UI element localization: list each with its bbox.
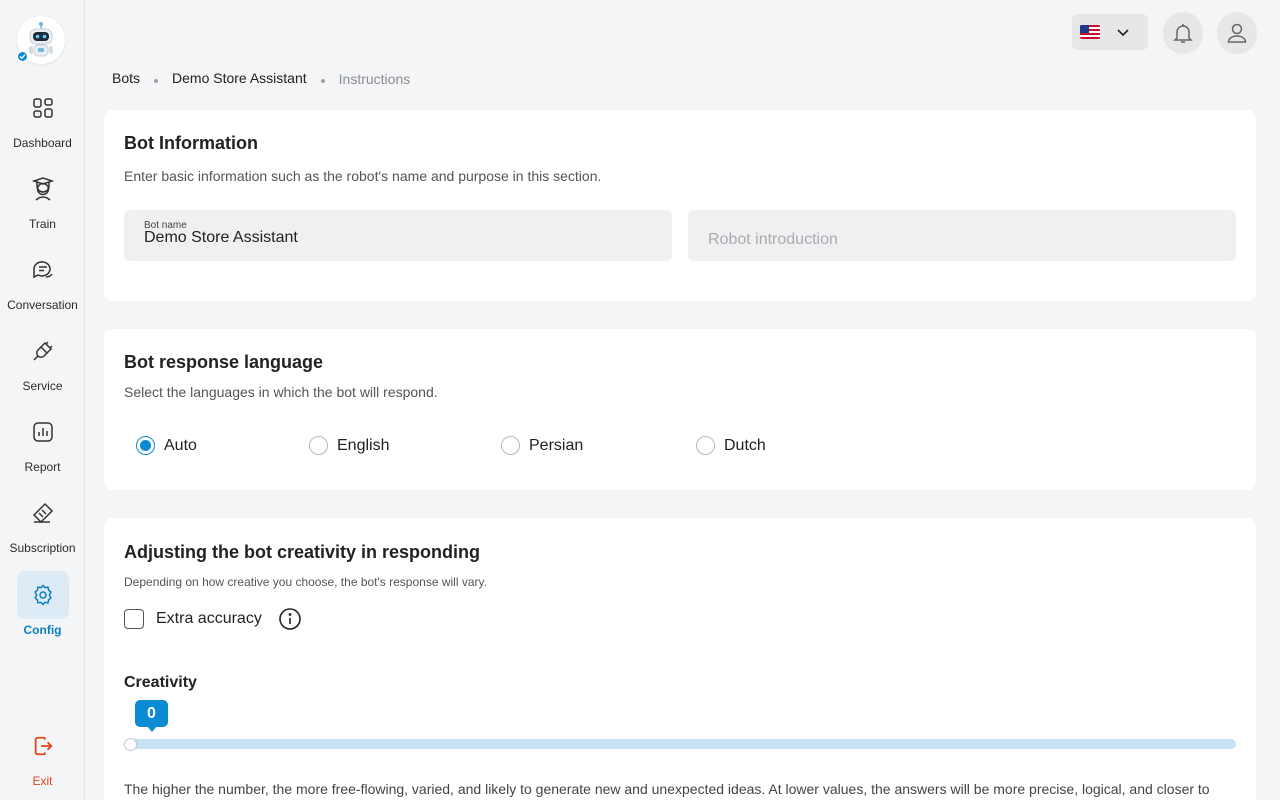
sidebar-item-label: Conversation — [7, 298, 78, 312]
breadcrumb-item-current: Instructions — [338, 71, 411, 87]
breadcrumb-item-bots[interactable]: Bots — [112, 70, 140, 86]
bell-icon — [1173, 24, 1193, 43]
info-icon[interactable] — [278, 607, 302, 631]
radio-label: Persian — [529, 436, 584, 454]
language-option-persian[interactable]: Persian — [501, 436, 583, 455]
logout-icon — [17, 722, 69, 770]
language-option-dutch[interactable]: Dutch — [696, 436, 766, 455]
section-description: Depending on how creative you choose, th… — [124, 575, 487, 589]
breadcrumb-separator — [154, 78, 159, 83]
extra-accuracy-label: Extra accuracy — [156, 610, 262, 627]
sidebar-item-label: Subscription — [9, 541, 76, 555]
sidebar-item-dashboard[interactable]: Dashboard — [0, 84, 85, 150]
breadcrumb-item-bot[interactable]: Demo Store Assistant — [172, 70, 307, 86]
slider-value: 0 — [147, 704, 156, 722]
section-description: Select the languages in which the bot wi… — [124, 384, 438, 400]
creativity-slider-label: Creativity — [124, 674, 197, 691]
sidebar-item-report[interactable]: Report — [0, 408, 85, 474]
sidebar-item-config[interactable]: Config — [0, 571, 85, 637]
creativity-card: Adjusting the bot creativity in respondi… — [104, 518, 1256, 800]
robot-logo[interactable] — [16, 16, 65, 64]
sidebar: Dashboard Train Conversation Service Rep… — [0, 0, 85, 800]
section-title: Bot Information — [124, 133, 258, 153]
radio-button[interactable] — [696, 436, 715, 455]
bot-name-field[interactable]: Bot name Demo Store Assistant — [124, 210, 672, 261]
us-flag-icon — [1080, 25, 1100, 39]
breadcrumb: Bots Demo Store Assistant Instructions — [112, 68, 411, 88]
bar-chart-icon — [17, 408, 69, 456]
plug-icon — [17, 327, 69, 375]
extra-accuracy-checkbox[interactable] — [124, 609, 144, 629]
radio-label: English — [337, 436, 390, 454]
ticket-icon — [17, 489, 69, 537]
radio-label: Dutch — [724, 436, 766, 454]
radio-button[interactable] — [501, 436, 520, 455]
robot-introduction-input[interactable] — [688, 210, 1236, 261]
response-language-card: Bot response language Select the languag… — [104, 329, 1256, 490]
language-selector[interactable] — [1072, 14, 1148, 50]
creativity-slider-thumb[interactable] — [124, 738, 137, 751]
bot-information-card: Bot Information Enter basic information … — [104, 110, 1256, 301]
radio-button[interactable] — [136, 436, 155, 455]
verified-badge — [16, 50, 29, 63]
notifications-button[interactable] — [1163, 12, 1203, 54]
sidebar-item-label: Service — [22, 379, 63, 393]
section-title: Bot response language — [124, 352, 324, 372]
slider-value-bubble: 0 — [135, 700, 168, 732]
chevron-down-icon — [1117, 29, 1129, 37]
grid-icon — [17, 84, 69, 132]
chat-icon — [17, 246, 69, 294]
sidebar-item-service[interactable]: Service — [0, 327, 85, 393]
language-option-english[interactable]: English — [309, 436, 389, 455]
graduate-icon — [17, 165, 69, 213]
robot-introduction-field[interactable] — [688, 210, 1236, 261]
gear-icon — [16, 571, 69, 619]
extra-accuracy-row: Extra accuracy — [124, 607, 302, 631]
sidebar-item-conversation[interactable]: Conversation — [0, 246, 85, 312]
sidebar-item-train[interactable]: Train — [0, 165, 85, 231]
profile-button[interactable] — [1217, 12, 1257, 54]
exit-label: Exit — [32, 774, 53, 788]
section-description: Enter basic information such as the robo… — [124, 168, 602, 184]
user-icon — [1227, 23, 1247, 43]
sidebar-item-label: Dashboard — [13, 136, 72, 150]
creativity-note: The higher the number, the more free-flo… — [124, 781, 1210, 797]
check-icon — [19, 54, 26, 60]
sidebar-item-subscription[interactable]: Subscription — [0, 489, 85, 555]
bot-name-value: Demo Store Assistant — [144, 229, 298, 246]
sidebar-item-label: Config — [23, 623, 62, 637]
creativity-slider-track[interactable] — [130, 739, 1236, 749]
exit-button[interactable]: Exit — [0, 722, 85, 788]
sidebar-item-label: Report — [24, 460, 61, 474]
section-title: Adjusting the bot creativity in respondi… — [124, 542, 481, 562]
sidebar-item-label: Train — [29, 217, 56, 231]
breadcrumb-separator — [320, 78, 325, 83]
language-option-auto[interactable]: Auto — [136, 436, 197, 455]
radio-label: Auto — [164, 436, 197, 454]
radio-button[interactable] — [309, 436, 328, 455]
